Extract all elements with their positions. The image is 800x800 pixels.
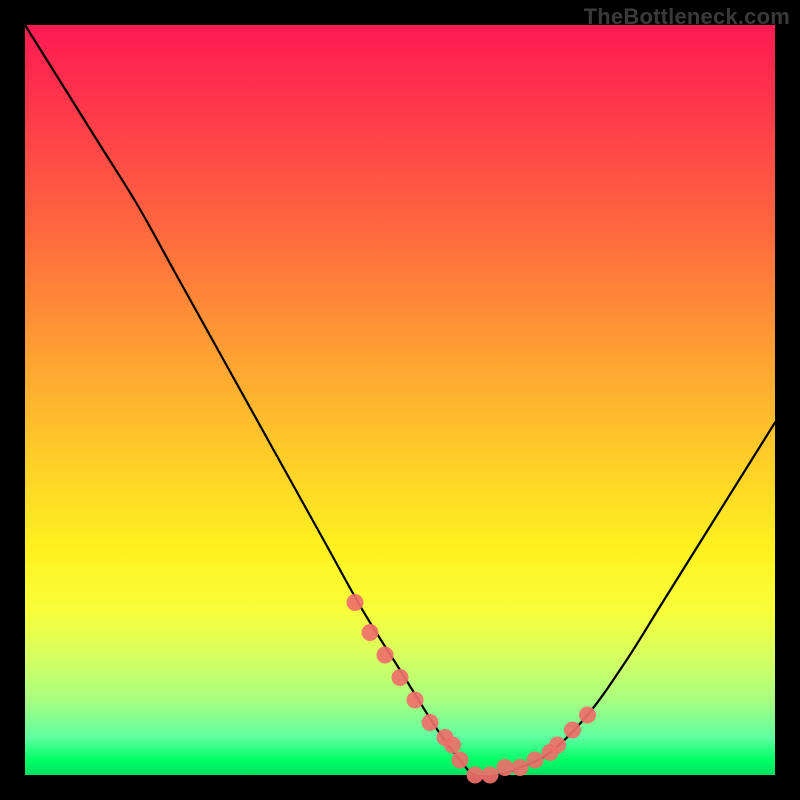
highlight-dot [362, 624, 379, 641]
highlight-dot [512, 759, 529, 776]
highlight-dot [482, 767, 499, 784]
chart-frame: TheBottleneck.com [0, 0, 800, 800]
chart-svg [25, 25, 775, 775]
highlight-dot [549, 737, 566, 754]
highlight-dot [579, 707, 596, 724]
highlight-dot [422, 714, 439, 731]
bottleneck-curve [25, 25, 775, 777]
highlight-dot [347, 594, 364, 611]
highlight-dot [467, 767, 484, 784]
highlight-dot [407, 692, 424, 709]
highlight-dot [497, 759, 514, 776]
highlight-dot [527, 752, 544, 769]
highlight-dot [377, 647, 394, 664]
highlight-dot [564, 722, 581, 739]
curve-line [25, 25, 775, 777]
highlight-dot [452, 752, 469, 769]
highlight-dots [347, 594, 597, 784]
highlight-dot [392, 669, 409, 686]
watermark-text: TheBottleneck.com [584, 4, 790, 30]
highlight-dot [444, 737, 461, 754]
